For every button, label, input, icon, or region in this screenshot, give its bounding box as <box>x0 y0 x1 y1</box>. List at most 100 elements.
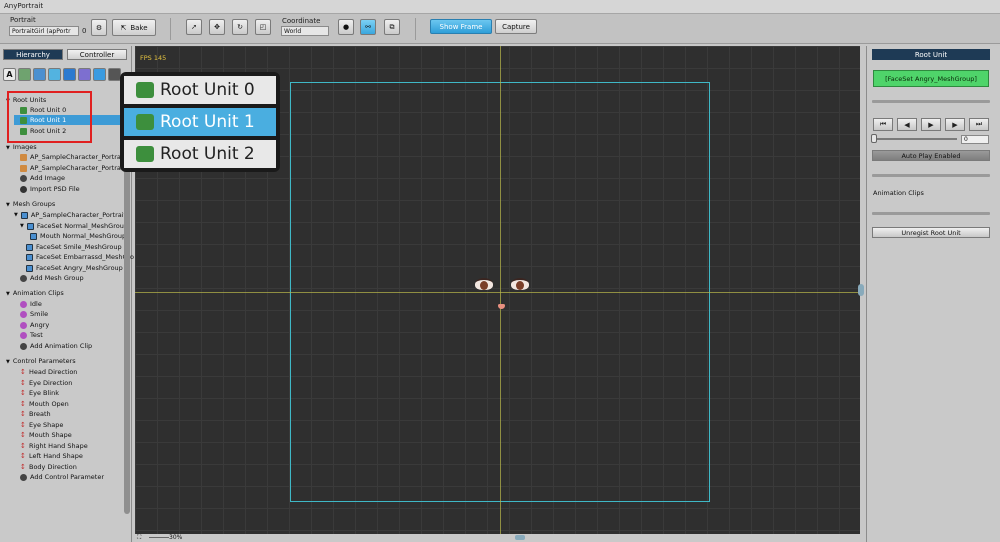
fit-icon[interactable]: ⛶ <box>137 534 141 542</box>
filter-meshgroup-button[interactable] <box>63 68 76 81</box>
rotate-icon: ↻ <box>237 23 243 31</box>
auto-play-label: Auto Play Enabled <box>901 151 961 160</box>
control-parameter-item[interactable]: ↕ Eye Shape <box>20 420 63 430</box>
scale-tool-button[interactable]: ◰ <box>255 19 271 35</box>
mesh-group-link-label: [FaceSet Angry_MeshGroup] <box>885 74 977 83</box>
animation-clip-item[interactable]: Angry <box>20 320 49 330</box>
first-frame-button[interactable]: ⏮ <box>873 118 893 131</box>
control-parameter-item[interactable]: ↕ Eye Direction <box>20 378 72 388</box>
frame-slider-track[interactable] <box>873 138 957 140</box>
root-unit-icon <box>136 114 154 130</box>
animation-clip-item[interactable]: Test <box>20 330 43 340</box>
hierarchy-filter-bar: A <box>3 68 121 82</box>
mesh-group-item[interactable]: ▼ FaceSet Normal_MeshGroup <box>20 221 128 231</box>
bone-icon: ⚯ <box>365 23 371 31</box>
frame-number-value: 0 <box>964 136 968 143</box>
animation-clip-item[interactable]: Idle <box>20 299 42 309</box>
root-unit-zoom-callout: Root Unit 0 Root Unit 1 Root Unit 2 <box>120 72 280 172</box>
mesh-group-item[interactable]: ▼ AP_SampleCharacter_Portrait <box>14 210 126 220</box>
zoom-slider[interactable] <box>149 537 169 538</box>
animation-clip-item[interactable]: Smile <box>20 309 48 319</box>
filter-parameter-button[interactable] <box>93 68 106 81</box>
bake-button[interactable]: ⇱ Bake <box>112 19 156 36</box>
control-parameter-label: Head Direction <box>29 368 78 376</box>
show-frame-button[interactable]: Show Frame <box>430 19 492 34</box>
play-icon <box>20 310 27 318</box>
tab-hierarchy[interactable]: Hierarchy <box>3 49 63 60</box>
control-parameter-item[interactable]: ↕ Right Hand Shape <box>20 441 88 451</box>
toolbar-divider <box>170 18 171 40</box>
prev-frame-button[interactable]: ◀ <box>897 118 917 131</box>
section-mesh-groups-label: Mesh Groups <box>12 200 56 208</box>
control-parameter-item[interactable]: ↕ Mouth Open <box>20 399 69 409</box>
control-parameter-item[interactable]: ↕ Breath <box>20 409 51 419</box>
control-parameter-item[interactable]: ↕ Mouth Shape <box>20 430 72 440</box>
divider <box>872 212 990 215</box>
root-unit-icon <box>136 146 154 162</box>
add-mesh-group-item[interactable]: Add Mesh Group <box>20 273 84 283</box>
add-control-parameter-item[interactable]: Add Control Parameter <box>20 472 104 482</box>
next-frame-button[interactable]: ▶ <box>945 118 965 131</box>
section-images[interactable]: Images <box>6 143 37 151</box>
auto-play-button[interactable]: Auto Play Enabled <box>872 150 990 161</box>
callout-root-unit-item: Root Unit 2 <box>124 140 276 168</box>
physics-button[interactable]: ⧉ <box>384 19 400 35</box>
mesh-group-link-button[interactable]: [FaceSet Angry_MeshGroup] <box>873 70 989 87</box>
frame-slider-handle[interactable] <box>871 134 877 143</box>
capture-button[interactable]: Capture <box>495 19 537 34</box>
control-parameter-item[interactable]: ↕ Left Hand Shape <box>20 451 83 461</box>
control-parameter-item[interactable]: ↕ Eye Blink <box>20 388 59 398</box>
control-parameter-label: Breath <box>29 410 51 418</box>
portrait-selector[interactable]: PortraitGirl (apPortr <box>9 26 79 36</box>
fps-counter: FPS 145 <box>140 54 167 62</box>
settings-button[interactable]: ⚙ <box>91 19 107 36</box>
mesh-group-item[interactable]: FaceSet Embarrassd_MeshGro <box>26 252 134 262</box>
section-animation-clips[interactable]: Animation Clips <box>6 289 64 297</box>
add-animation-clip-item[interactable]: Add Animation Clip <box>20 341 92 351</box>
horizontal-scroll-thumb[interactable] <box>515 535 525 540</box>
import-psd-label: Import PSD File <box>30 185 80 193</box>
tab-controller[interactable]: Controller <box>67 49 127 60</box>
filter-a-icon: A <box>6 70 13 79</box>
rotate-tool-button[interactable]: ↻ <box>232 19 248 35</box>
filter-mesh-button[interactable] <box>48 68 61 81</box>
coordinate-select[interactable]: World <box>281 26 329 36</box>
last-frame-button[interactable]: ⏭ <box>969 118 989 131</box>
control-parameter-item[interactable]: ↕ Body Direction <box>20 462 77 472</box>
mesh-group-item[interactable]: Mouth Normal_MeshGroup <box>30 231 126 241</box>
frame-number-input[interactable]: 0 <box>961 135 989 144</box>
onion-skin-button[interactable]: ● <box>338 19 354 35</box>
expand-icon: ▼ <box>14 212 18 218</box>
play-button[interactable]: ▶ <box>921 118 941 131</box>
move-tool-button[interactable]: ✥ <box>209 19 225 35</box>
add-animation-clip-label: Add Animation Clip <box>30 342 93 350</box>
mesh-group-label: FaceSet Embarrassd_MeshGro <box>36 253 135 261</box>
filter-image-button[interactable] <box>33 68 46 81</box>
meshgroup-icon <box>26 243 33 251</box>
filter-all-button[interactable]: A <box>3 68 16 81</box>
image-item[interactable]: AP_SampleCharacter_Portrait <box>20 152 125 162</box>
section-images-label: Images <box>12 143 37 151</box>
bake-label: Bake <box>130 23 148 32</box>
meshgroup-icon <box>30 232 37 240</box>
vertical-scroll-thumb[interactable] <box>858 284 864 296</box>
bone-view-button[interactable]: ⚯ <box>360 19 376 35</box>
mesh-group-label: Mouth Normal_MeshGroup <box>40 232 127 240</box>
filter-root-button[interactable] <box>18 68 31 81</box>
section-control-parameters[interactable]: Control Parameters <box>6 357 76 365</box>
unregist-root-unit-button[interactable]: Unregist Root Unit <box>872 227 990 238</box>
select-tool-button[interactable]: ➚ <box>186 19 202 35</box>
zoom-value: 30% <box>169 534 183 541</box>
filter-animation-button[interactable] <box>78 68 91 81</box>
section-mesh-groups[interactable]: Mesh Groups <box>6 200 55 208</box>
add-image-item[interactable]: Add Image <box>20 173 65 183</box>
animation-clip-label: Angry <box>30 321 50 329</box>
divider <box>872 174 990 177</box>
mesh-group-item[interactable]: FaceSet Smile_MeshGroup <box>26 242 122 252</box>
mesh-group-item[interactable]: FaceSet Angry_MeshGroup <box>26 263 123 273</box>
parameter-icon: ↕ <box>20 367 26 376</box>
image-item[interactable]: AP_SampleCharacter_Portrait <box>20 163 125 173</box>
inspector-title: Root Unit <box>872 49 990 60</box>
import-psd-item[interactable]: Import PSD File <box>20 184 80 194</box>
control-parameter-item[interactable]: ↕ Head Direction <box>20 367 77 377</box>
